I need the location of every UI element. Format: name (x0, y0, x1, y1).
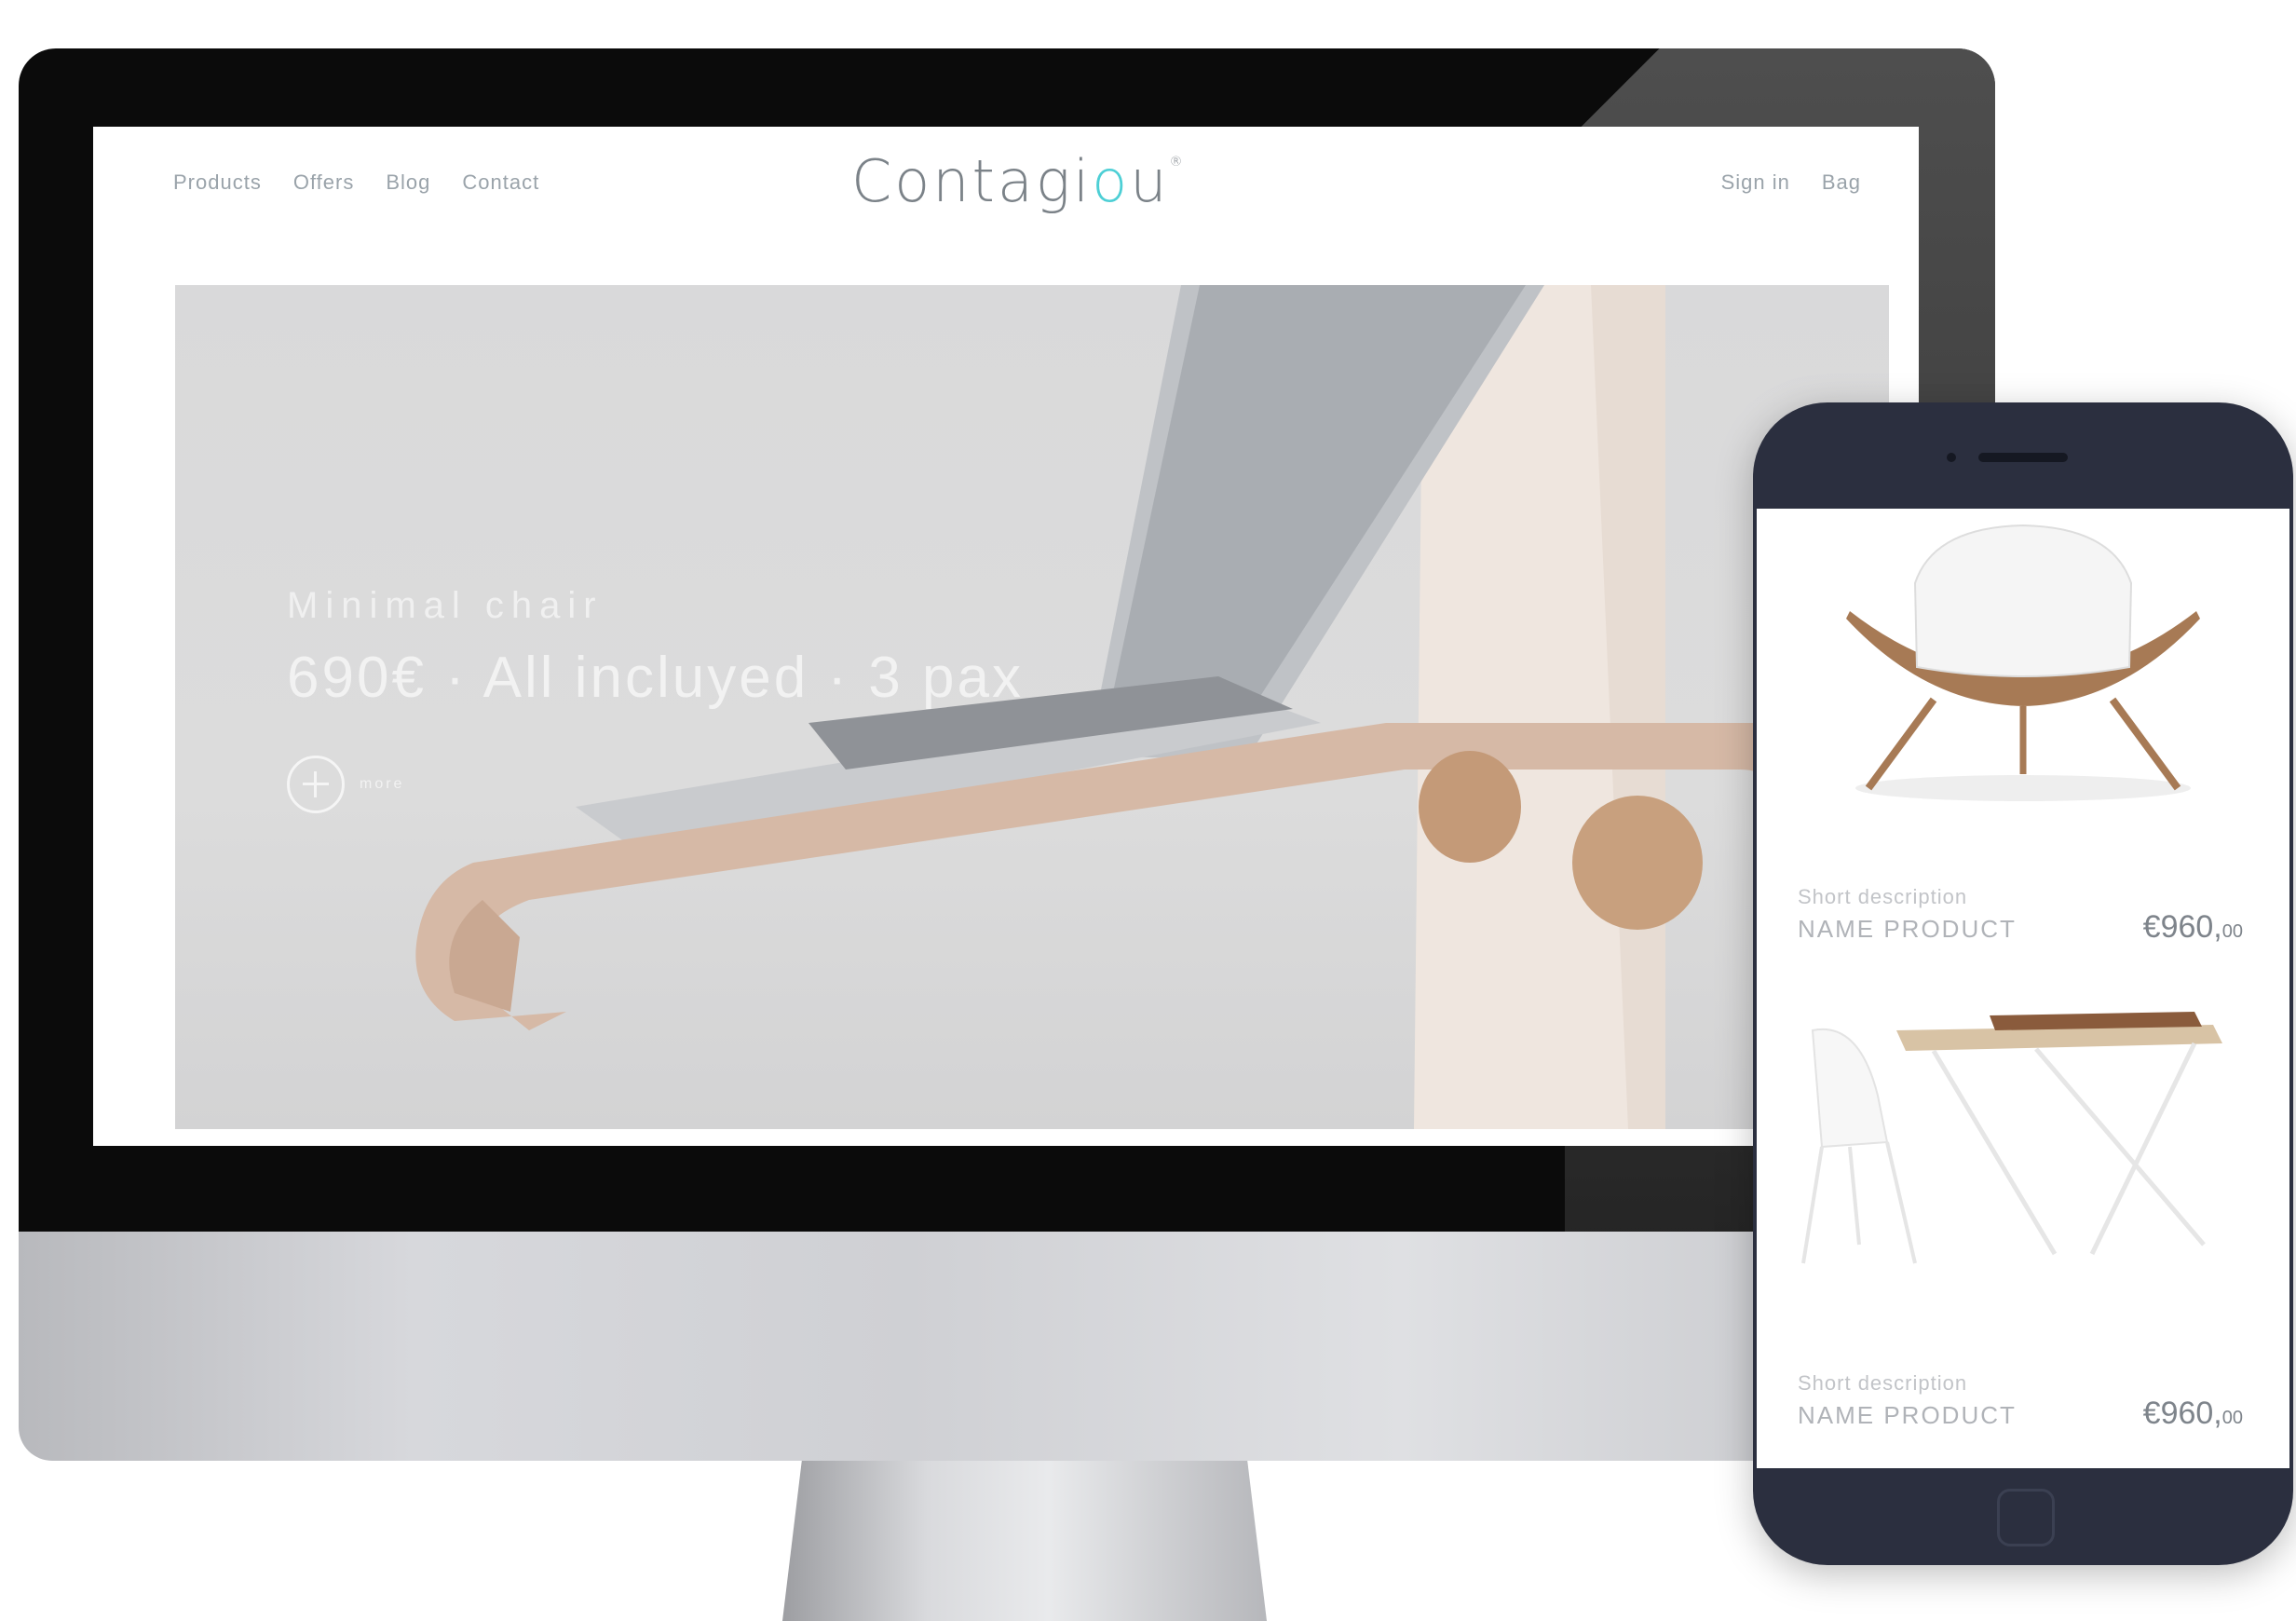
hero-banner: Minimal chair 690€ · All incluyed · 3 pa… (175, 285, 1889, 1129)
desk-and-chair-image (1801, 1012, 2222, 1264)
logo-accent-letter: o (1092, 147, 1131, 215)
phone-speaker (1978, 453, 2068, 462)
nav-contact[interactable]: Contact (462, 170, 539, 195)
nav-bag[interactable]: Bag (1822, 170, 1861, 195)
registered-mark: ® (1169, 155, 1186, 170)
plus-circle-icon (287, 756, 345, 813)
more-label: more (360, 776, 405, 792)
product-card[interactable]: Short description NAME PRODUCT €960,00 (1757, 984, 2289, 1468)
product-name: NAME PRODUCT (1798, 1401, 2017, 1429)
monitor-chin (19, 1232, 1995, 1461)
product-price: €960,00 (2143, 1396, 2243, 1432)
price-main: €960, (2142, 1396, 2222, 1431)
imac-device: Products Offers Blog Contact Contagiou® … (19, 48, 1995, 1621)
price-cents: 00 (2221, 1408, 2243, 1428)
main-menu: Products Offers Blog Contact (173, 127, 539, 238)
price-cents: 00 (2221, 921, 2243, 942)
nav-sign-in[interactable]: Sign in (1721, 170, 1790, 195)
more-button[interactable]: more (287, 756, 404, 813)
account-menu: Sign in Bag (1721, 127, 1861, 238)
nav-blog[interactable]: Blog (386, 170, 430, 195)
brand-logo[interactable]: Contagiou® (851, 147, 1186, 215)
price-main: €960, (2142, 909, 2222, 945)
logo-text-start: Contagi (851, 147, 1093, 215)
logo-text-end: u (1130, 147, 1170, 215)
product-price: €960,00 (2143, 909, 2243, 946)
shell-chair-image (1846, 524, 2200, 801)
product-name: NAME PRODUCT (1798, 915, 2017, 943)
hero-title: Minimal chair (287, 585, 604, 626)
monitor-stand (782, 1461, 1267, 1621)
nav-products[interactable]: Products (173, 170, 262, 195)
nav-offers[interactable]: Offers (293, 170, 355, 195)
phone-device: Short description NAME PRODUCT €960,00 S… (1753, 402, 2293, 1565)
desktop-screen: Products Offers Blog Contact Contagiou® … (93, 127, 1919, 1146)
product-description: Short description (1798, 885, 1968, 908)
phone-camera (1947, 453, 1956, 462)
product-description: Short description (1798, 1371, 1968, 1395)
product-card[interactable]: Short description NAME PRODUCT €960,00 (1757, 509, 2289, 984)
mobile-screen: Short description NAME PRODUCT €960,00 S… (1757, 509, 2289, 1468)
hero-subtitle: 690€ · All incluyed · 3 pax (287, 646, 1024, 710)
top-navigation: Products Offers Blog Contact Contagiou® … (93, 127, 1919, 238)
home-button[interactable] (1997, 1489, 2055, 1546)
